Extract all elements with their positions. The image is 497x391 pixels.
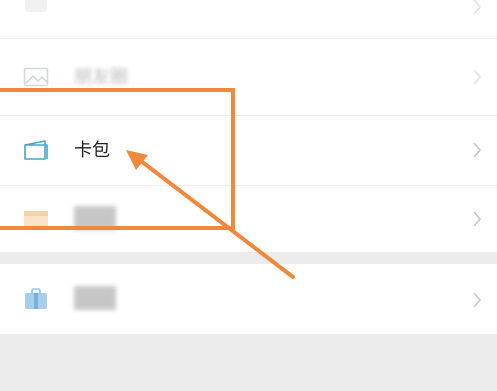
list-item-moments[interactable]: 朋友圈 [0,39,497,115]
card-wallet-icon [22,137,50,165]
chevron-right-icon [473,211,482,227]
chevron-right-icon [473,69,482,85]
menu-item-icon [22,205,50,233]
list-item[interactable] [0,186,497,252]
bottom-background [0,334,497,391]
chevron-right-icon [473,142,482,158]
moments-photo-icon [22,63,50,91]
bag-icon [22,285,50,313]
list-item[interactable] [0,264,497,334]
list-item-label: 朋友圈 [74,67,128,88]
list-item-card-wallet[interactable]: 卡包 [0,116,497,185]
settings-screen: 朋友圈 卡包 [0,0,497,391]
blurred-label-placeholder [74,206,116,230]
list-item-top[interactable] [0,0,497,38]
list-item-label: 卡包 [74,140,110,161]
chevron-right-icon [473,0,482,15]
menu-item-icon [22,0,50,18]
chevron-right-icon [473,292,482,308]
section-gap [0,252,497,264]
blurred-label-placeholder [74,286,116,310]
